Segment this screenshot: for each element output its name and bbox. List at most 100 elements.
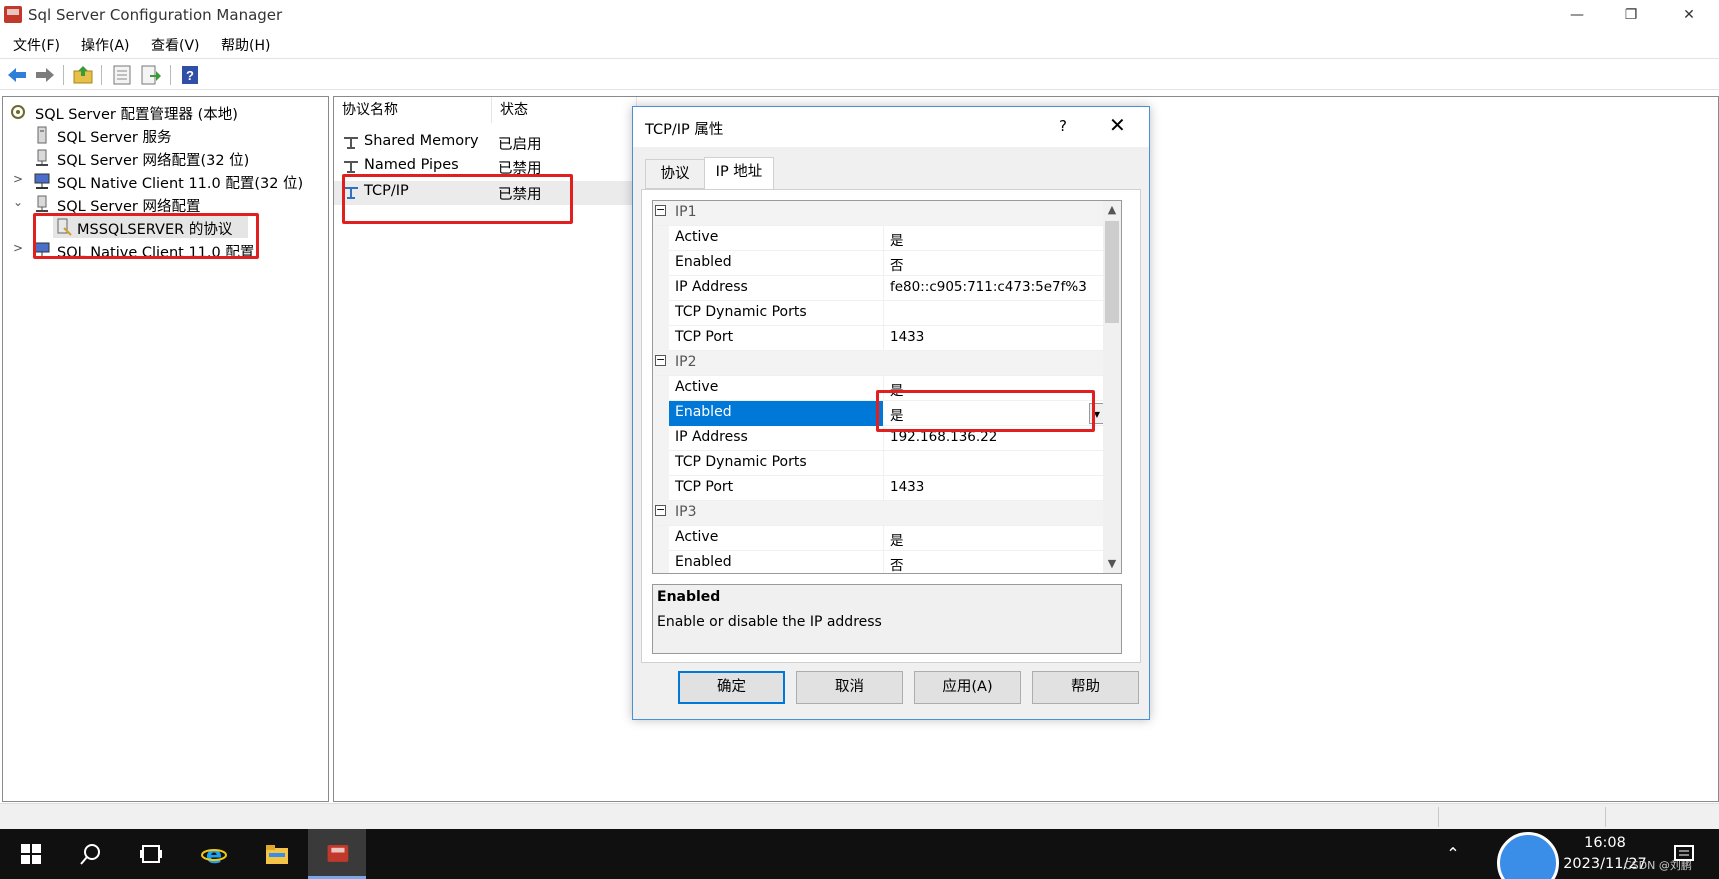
collapse-icon[interactable]: − — [655, 204, 666, 216]
scroll-down-icon[interactable]: ▼ — [1103, 555, 1121, 573]
property-key: Enabled — [675, 254, 732, 270]
close-icon[interactable]: ✕ — [1109, 113, 1126, 137]
tree-label: SQL Server 网络配置(32 位) — [57, 153, 250, 169]
menu-file[interactable]: 文件(F) — [13, 35, 60, 55]
tree-root[interactable]: SQL Server 配置管理器 (本地) — [7, 101, 307, 123]
property-row[interactable]: TCP Port 1433 — [653, 476, 1105, 501]
divider — [883, 526, 884, 551]
menu-help[interactable]: 帮助(H) — [221, 35, 270, 55]
category-ip1[interactable]: − IP1 — [653, 201, 1105, 226]
tree-item-network[interactable]: ⌄ SQL Server 网络配置 — [11, 193, 311, 215]
property-row[interactable]: Active 是 — [653, 526, 1105, 551]
chevron-down-icon[interactable]: ⌄ — [13, 195, 23, 209]
restore-button[interactable]: ❐ — [1602, 0, 1660, 30]
minimize-button[interactable]: — — [1548, 0, 1606, 30]
grid-margin — [653, 526, 669, 551]
app-icon — [4, 6, 22, 23]
divider — [883, 301, 884, 326]
toolbar: ? — [0, 58, 1719, 90]
status-separator — [1438, 807, 1439, 827]
dialog-title-bar: TCP/IP 属性 ? ✕ — [633, 107, 1149, 147]
svg-text:e: e — [206, 841, 222, 869]
apply-button[interactable]: 应用(A) — [914, 671, 1021, 704]
divider — [883, 551, 884, 573]
ok-button[interactable]: 确定 — [678, 671, 785, 704]
cancel-button[interactable]: 取消 — [796, 671, 903, 704]
floating-widget[interactable] — [1497, 832, 1559, 879]
tree-item-native-client-32[interactable]: > SQL Native Client 11.0 配置(32 位) — [11, 170, 321, 192]
internet-explorer-icon[interactable]: e — [185, 829, 243, 879]
description-panel: Enabled Enable or disable the IP address — [652, 584, 1122, 654]
divider — [883, 276, 884, 301]
property-key: TCP Dynamic Ports — [675, 304, 807, 320]
grid-margin — [653, 551, 669, 573]
property-value: fe80::c905:711:c473:5e7f%3 — [890, 279, 1087, 295]
grid-margin — [653, 276, 669, 301]
chevron-right-icon[interactable]: > — [13, 241, 23, 255]
property-key: Active — [675, 379, 719, 395]
property-row[interactable]: Enabled 否 — [653, 251, 1105, 276]
divider — [883, 451, 884, 476]
menu-view[interactable]: 查看(V) — [151, 35, 200, 55]
protocol-status: 已启用 — [498, 137, 542, 153]
protocol-row-shared-memory[interactable]: Shared Memory 已启用 — [334, 131, 634, 155]
category-ip3[interactable]: − IP3 — [653, 501, 1105, 526]
close-button[interactable]: ✕ — [1660, 0, 1718, 30]
back-icon[interactable] — [6, 64, 28, 86]
grid-margin — [653, 401, 669, 426]
title-bar: Sql Server Configuration Manager — ❐ ✕ — [0, 0, 1719, 30]
properties-icon[interactable] — [111, 64, 133, 86]
property-row[interactable]: Active 是 — [653, 226, 1105, 251]
menu-bar: 文件(F) 操作(A) 查看(V) 帮助(H) — [0, 31, 1719, 57]
svg-text:?: ? — [186, 68, 194, 83]
property-value: 1433 — [890, 329, 925, 345]
config-manager-icon — [11, 105, 25, 119]
task-view-icon[interactable] — [122, 829, 180, 879]
category-ip2[interactable]: − IP2 — [653, 351, 1105, 376]
help-icon[interactable]: ? — [1059, 117, 1067, 135]
chevron-right-icon[interactable]: > — [13, 172, 23, 186]
protocol-icon — [344, 137, 358, 149]
property-row[interactable]: IP Address fe80::c905:711:c473:5e7f%3 — [653, 276, 1105, 301]
protocol-name: Named Pipes — [364, 157, 459, 173]
tab-ip-address[interactable]: IP 地址 — [704, 157, 774, 189]
property-value: 是 — [890, 533, 904, 549]
tree-label: SQL Server 配置管理器 (本地) — [35, 107, 238, 123]
notification-icon[interactable] — [1655, 829, 1713, 879]
server-icon — [37, 126, 47, 144]
up-folder-icon[interactable] — [72, 64, 94, 86]
help-icon[interactable]: ? — [179, 64, 201, 86]
highlight-box — [876, 390, 1095, 432]
collapse-icon[interactable]: − — [655, 354, 666, 366]
forward-icon[interactable] — [34, 64, 56, 86]
tree-item-services[interactable]: SQL Server 服务 — [31, 124, 311, 146]
property-row[interactable]: TCP Dynamic Ports — [653, 301, 1105, 326]
description-text: Enable or disable the IP address — [657, 614, 882, 630]
vertical-scrollbar[interactable]: ▲ ▼ — [1103, 201, 1121, 573]
property-row[interactable]: TCP Dynamic Ports — [653, 451, 1105, 476]
collapse-icon[interactable]: − — [655, 504, 666, 516]
column-header-status[interactable]: 状态 — [492, 97, 637, 123]
file-explorer-icon[interactable] — [247, 829, 305, 879]
tab-protocol[interactable]: 协议 — [645, 159, 705, 189]
scroll-thumb[interactable] — [1105, 221, 1119, 323]
help-button[interactable]: 帮助 — [1032, 671, 1139, 704]
property-row[interactable]: Enabled 否 — [653, 551, 1105, 573]
property-key: IP Address — [675, 429, 748, 445]
network-icon — [36, 149, 48, 166]
highlight-box — [342, 174, 573, 224]
tree-item-network-32[interactable]: SQL Server 网络配置(32 位) — [31, 147, 311, 169]
export-icon[interactable] — [140, 64, 162, 86]
windows-start-icon[interactable] — [2, 829, 60, 879]
grid-margin — [653, 376, 669, 401]
property-grid: − IP1 Active 是 Enabled 否 IP Address fe80::c… — [652, 200, 1122, 574]
menu-action[interactable]: 操作(A) — [81, 35, 130, 55]
chevron-up-icon[interactable]: ⌃ — [1424, 829, 1482, 879]
scroll-up-icon[interactable]: ▲ — [1103, 201, 1121, 219]
property-row[interactable]: TCP Port 1433 — [653, 326, 1105, 351]
search-icon[interactable] — [62, 829, 120, 879]
network-icon — [36, 195, 48, 212]
sql-config-manager-icon[interactable] — [308, 829, 366, 879]
column-header-name[interactable]: 协议名称 — [334, 97, 492, 123]
grid-margin — [653, 451, 669, 476]
